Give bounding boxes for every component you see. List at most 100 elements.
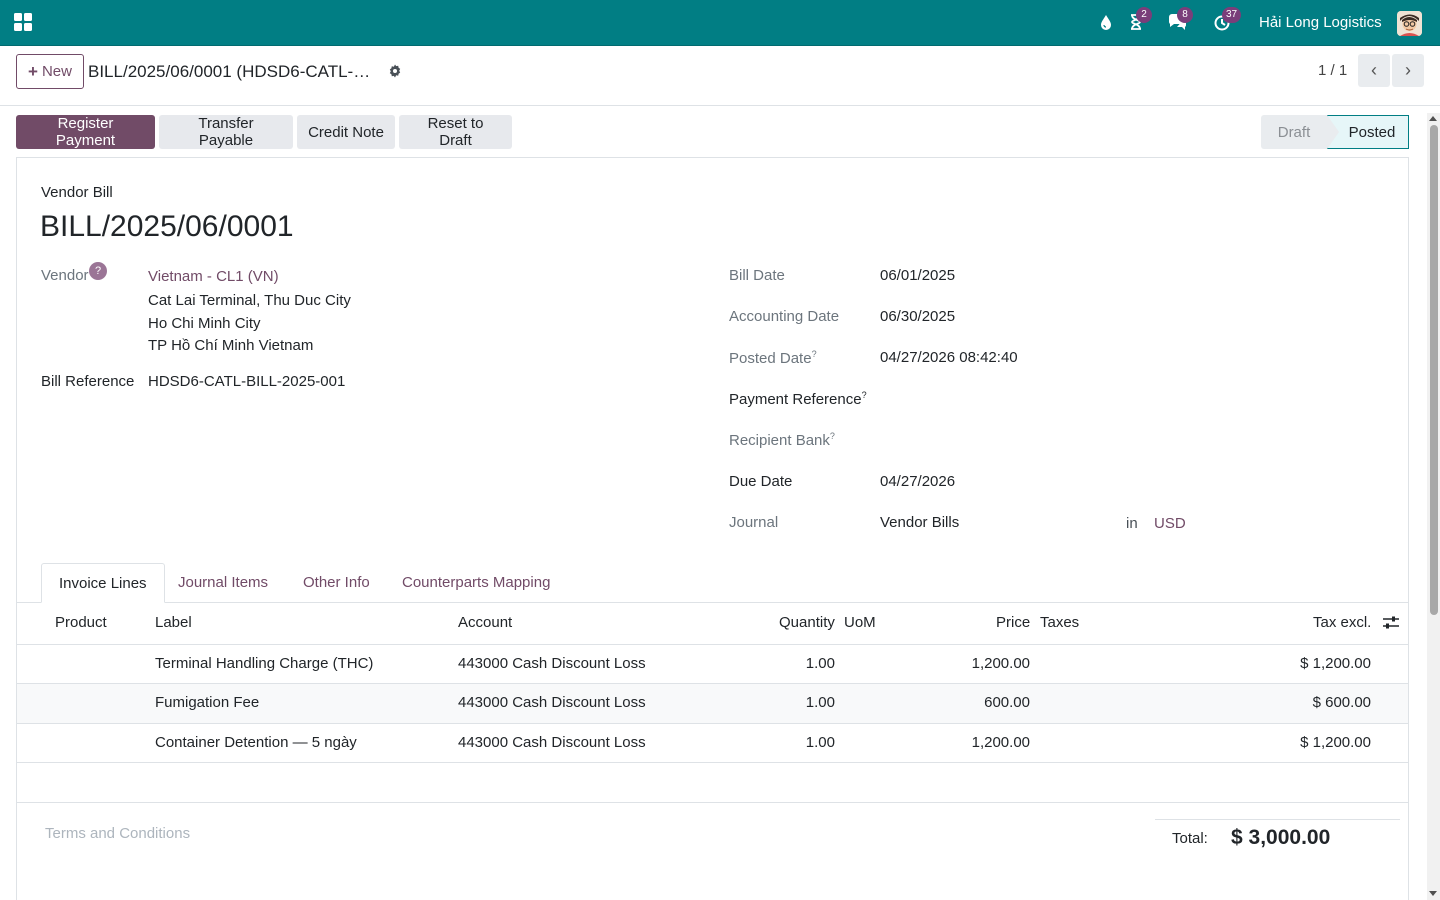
column-header-taxes[interactable]: Taxes [1040, 614, 1079, 631]
bill-date-label: Bill Date [729, 267, 785, 284]
status-bar: Draft Posted [1261, 115, 1409, 149]
tab-counterparts-mapping[interactable]: Counterparts Mapping [385, 563, 567, 603]
help-tooltip-icon[interactable]: ? [862, 390, 867, 400]
vendor-address-line: Cat Lai Terminal, Thu Duc City [148, 292, 351, 309]
total-value: $ 3,000.00 [1231, 826, 1331, 849]
bill-reference-field[interactable]: HDSD6-CATL-BILL-2025-001 [148, 373, 345, 390]
status-posted-label: Posted [1348, 123, 1396, 141]
row-subtotal: $ 600.00 [1312, 694, 1371, 711]
table-row[interactable]: Terminal Handling Charge (THC) 443000 Ca… [17, 644, 1408, 684]
chevron-right-icon: › [1405, 60, 1411, 80]
posted-date-label: Posted Date? [729, 349, 817, 367]
scroll-up-arrow-icon[interactable] [1429, 116, 1437, 121]
document-type: Vendor Bill [41, 184, 113, 201]
row-label: Terminal Handling Charge (THC) [155, 655, 374, 672]
new-button[interactable]: + New [16, 54, 84, 89]
help-tooltip-icon[interactable]: ? [830, 431, 835, 441]
scrollbar-thumb[interactable] [1430, 125, 1438, 615]
row-price: 1,200.00 [971, 734, 1030, 751]
row-quantity: 1.00 [805, 734, 835, 751]
currency-field[interactable]: USD [1154, 515, 1186, 532]
pager-next-button[interactable]: › [1392, 54, 1424, 87]
status-draft[interactable]: Draft [1261, 115, 1327, 149]
gear-icon[interactable] [388, 64, 402, 78]
row-account: 443000 Cash Discount Loss [458, 694, 646, 711]
status-posted[interactable]: Posted [1327, 115, 1409, 149]
journal-label: Journal [729, 514, 779, 531]
vendor-address-line: Ho Chi Minh City [148, 315, 261, 332]
table-row[interactable]: Container Detention — 5 ngày 443000 Cash… [17, 723, 1408, 763]
messages-badge: 8 [1177, 7, 1193, 23]
messages-icon[interactable]: 8 [1167, 7, 1193, 32]
table-row[interactable]: Fumigation Fee 443000 Cash Discount Loss… [17, 683, 1408, 723]
recipient-bank-label: Recipient Bank? [729, 431, 835, 449]
row-subtotal: $ 1,200.00 [1300, 734, 1371, 751]
column-header-price[interactable]: Price [996, 614, 1030, 631]
row-quantity: 1.00 [805, 655, 835, 672]
row-label: Fumigation Fee [155, 694, 260, 711]
column-header-account[interactable]: Account [458, 614, 512, 631]
due-date-field[interactable]: 04/27/2026 [880, 473, 955, 490]
column-header-tax-excl[interactable]: Tax excl. [1313, 614, 1371, 631]
new-button-label: New [41, 63, 72, 80]
accounting-date-field[interactable]: 06/30/2025 [880, 308, 955, 325]
row-account: 443000 Cash Discount Loss [458, 734, 646, 751]
column-header-product[interactable]: Product [55, 614, 107, 631]
row-account: 443000 Cash Discount Loss [458, 655, 646, 672]
timer-badge: 37 [1222, 7, 1242, 23]
company-switcher[interactable]: Hải Long Logistics [1259, 14, 1382, 31]
help-tooltip-icon[interactable]: ? [812, 349, 817, 359]
transfer-payable-button[interactable]: Transfer Payable [159, 115, 293, 149]
scroll-down-arrow-icon[interactable] [1429, 891, 1437, 896]
due-date-label: Due Date [729, 473, 793, 490]
apps-menu-icon[interactable] [14, 13, 32, 31]
chevron-left-icon: ‹ [1371, 60, 1377, 80]
plus-icon: + [28, 61, 38, 81]
row-label: Container Detention — 5 ngày [155, 734, 357, 751]
tab-journal-items[interactable]: Journal Items [161, 563, 285, 603]
column-header-label[interactable]: Label [155, 614, 192, 631]
payment-reference-label-text: Payment Reference [729, 391, 862, 408]
table-divider [17, 762, 1408, 763]
row-subtotal: $ 1,200.00 [1300, 655, 1371, 672]
row-price: 600.00 [984, 694, 1030, 711]
posted-date-label-text: Posted Date [729, 350, 812, 367]
row-price: 1,200.00 [971, 655, 1030, 672]
bill-date-field[interactable]: 06/01/2025 [880, 267, 955, 284]
column-header-uom[interactable]: UoM [844, 614, 876, 631]
terms-and-conditions-field[interactable]: Terms and Conditions [45, 825, 190, 842]
posted-date-field: 04/27/2026 08:42:40 [880, 349, 1018, 366]
optional-columns-icon[interactable] [1382, 615, 1400, 631]
control-panel: + New BILL/2025/06/0001 (HDSD6-CATL-… 1 /… [0, 46, 1440, 106]
vendor-address-line: TP Hồ Chí Minh Vietnam [148, 337, 314, 354]
recipient-bank-label-text: Recipient Bank [729, 432, 830, 449]
user-avatar[interactable] [1397, 11, 1422, 36]
table-footer-divider [17, 802, 1408, 803]
tab-other-info[interactable]: Other Info [286, 563, 387, 603]
vendor-field[interactable]: Vietnam - CL1 (VN) [148, 268, 279, 285]
vertical-scrollbar[interactable] [1427, 113, 1440, 900]
drop-icon[interactable] [1096, 12, 1116, 32]
status-arrow [1327, 115, 1339, 149]
total-divider [1155, 819, 1400, 820]
journal-field[interactable]: Vendor Bills [880, 514, 959, 531]
register-payment-button[interactable]: Register Payment [16, 115, 155, 149]
activities-icon[interactable]: 2 [1126, 7, 1152, 32]
payment-reference-label: Payment Reference? [729, 390, 867, 408]
pager-previous-button[interactable]: ‹ [1358, 54, 1390, 87]
vendor-label: Vendor [41, 267, 89, 284]
reset-to-draft-button[interactable]: Reset to Draft [399, 115, 512, 149]
column-header-quantity[interactable]: Quantity [779, 614, 835, 631]
timer-icon[interactable]: 37 [1212, 7, 1242, 32]
help-tooltip-icon[interactable]: ? [89, 262, 107, 280]
credit-note-button[interactable]: Credit Note [297, 115, 395, 149]
tab-invoice-lines[interactable]: Invoice Lines [41, 563, 165, 603]
total-label: Total: [1172, 830, 1208, 847]
activities-badge: 2 [1136, 7, 1152, 23]
row-quantity: 1.00 [805, 694, 835, 711]
top-navbar: 2 8 37 Hải Long Logistics [0, 0, 1440, 46]
bill-reference-label: Bill Reference [41, 373, 135, 390]
pager-value[interactable]: 1 / 1 [1318, 62, 1347, 79]
accounting-date-label: Accounting Date [729, 308, 840, 325]
breadcrumb: BILL/2025/06/0001 (HDSD6-CATL-… [88, 62, 371, 81]
